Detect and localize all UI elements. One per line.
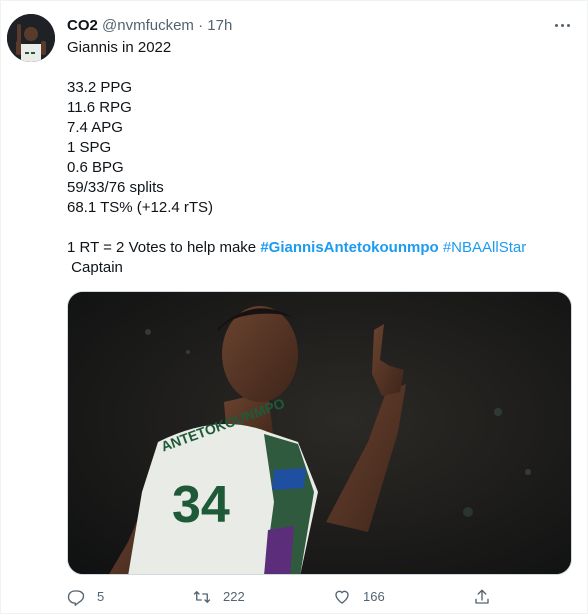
tweet-line: Giannis in 2022 <box>67 39 172 56</box>
avatar[interactable] <box>7 14 55 62</box>
tweet-cta-line: 1 RT = 2 Votes to help make #GiannisAnte… <box>67 238 567 258</box>
author-handle[interactable]: @nvmfuckem <box>102 17 194 34</box>
tweet-line: Captain <box>67 258 567 278</box>
more-horizontal-icon <box>555 24 558 27</box>
heart-icon <box>335 590 349 604</box>
more-options-button[interactable] <box>553 15 573 35</box>
tweet-timestamp[interactable]: 17h <box>207 17 232 34</box>
tweet-line: 33.2 PPG <box>67 79 133 96</box>
reply-count: 5 <box>97 589 105 604</box>
author-name[interactable]: CO2 <box>67 17 98 34</box>
cta-text: 1 RT = 2 Votes to help make <box>67 239 261 256</box>
avatar-image <box>7 14 55 62</box>
reply-button[interactable]: 5 <box>67 585 104 609</box>
tweet-actions: 5 222 166 <box>67 585 507 609</box>
share-icon <box>475 589 489 604</box>
retweet-button[interactable]: 222 <box>193 585 245 609</box>
reply-icon <box>67 590 85 606</box>
hashtag-nbaallstar[interactable]: #NBAAllStar <box>443 239 526 256</box>
hashtag-giannis[interactable]: #GiannisAntetokounmpo <box>260 239 438 256</box>
tweet-line: 7.4 APG <box>67 119 123 136</box>
tweet-photo[interactable]: 34 ANTETOKOUNMPO <box>67 291 572 575</box>
separator-dot: · <box>198 17 204 34</box>
tweet-card[interactable]: CO2 @nvmfuckem · 17h Giannis in 2022 33.… <box>0 0 588 614</box>
like-button[interactable]: 166 <box>333 585 385 609</box>
tweet-line: 1 SPG <box>67 139 112 156</box>
player-photo: 34 ANTETOKOUNMPO <box>68 292 571 574</box>
retweet-icon <box>193 591 211 603</box>
like-count: 166 <box>363 589 385 604</box>
tweet-line: 68.1 TS% (+12.4 rTS) <box>67 199 214 216</box>
more-horizontal-icon <box>567 24 570 27</box>
tweet-header: CO2 @nvmfuckem · 17h <box>67 16 232 36</box>
more-horizontal-icon <box>561 24 564 27</box>
retweet-count: 222 <box>223 589 245 604</box>
share-button[interactable] <box>473 585 491 609</box>
tweet-text: Giannis in 2022 33.2 PPG 11.6 RPG 7.4 AP… <box>67 38 567 278</box>
tweet-line: 59/33/76 splits <box>67 179 164 196</box>
cta-end-text: Captain <box>71 259 123 276</box>
tweet-line: 0.6 BPG <box>67 159 124 176</box>
tweet-line: 11.6 RPG <box>67 99 132 116</box>
jersey-number: 34 <box>172 476 230 534</box>
